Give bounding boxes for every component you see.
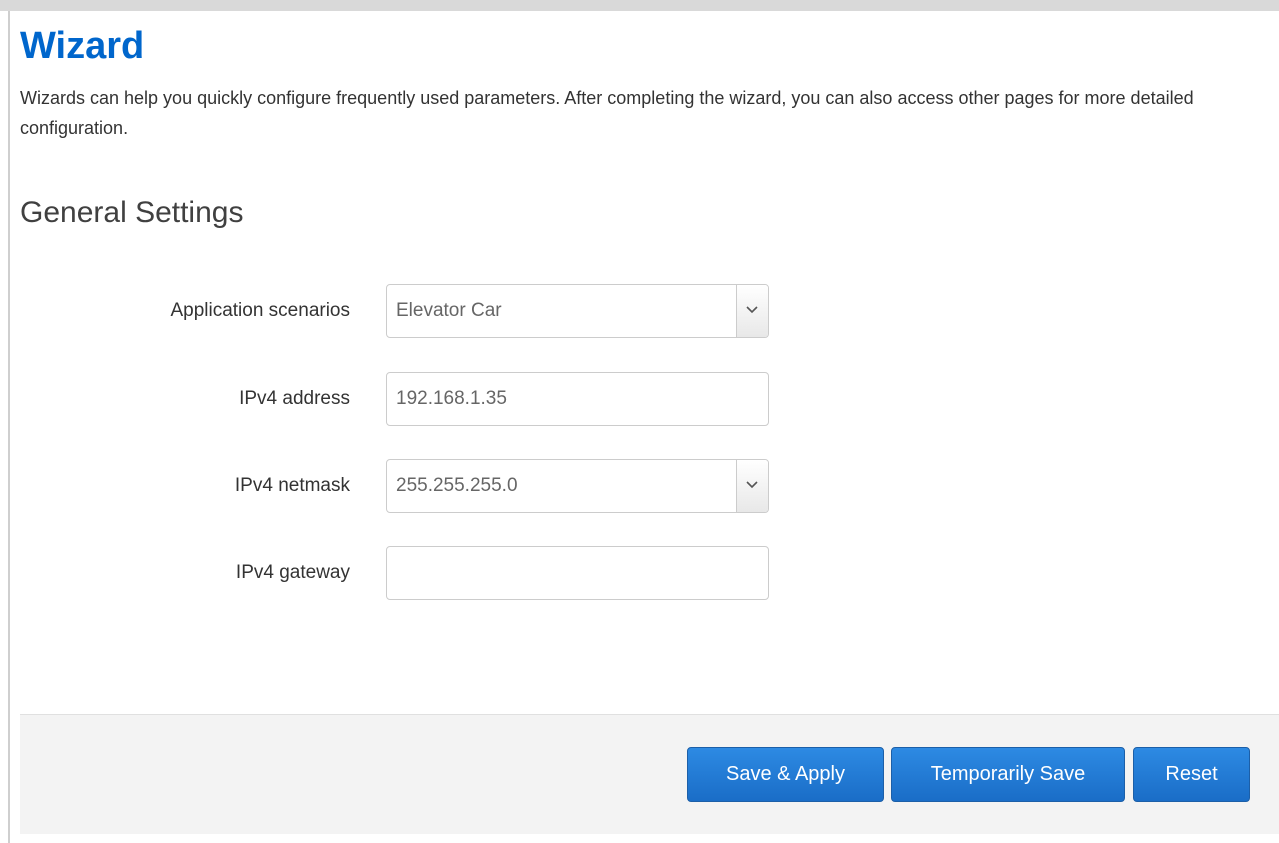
ipv4-netmask-label: IPv4 netmask xyxy=(234,475,350,496)
page-description: Wizards can help you quickly configure f… xyxy=(20,88,1194,138)
left-border xyxy=(8,11,10,843)
section-title: General Settings xyxy=(20,196,244,229)
row-ipv4-netmask: IPv4 netmask 255.255.255.0 xyxy=(0,459,800,513)
row-ipv4-address: IPv4 address xyxy=(0,372,800,426)
row-application-scenarios: Application scenarios Elevator Car xyxy=(0,284,800,338)
application-scenarios-select[interactable]: Elevator Car xyxy=(386,284,769,338)
action-bar: Save & Apply Temporarily Save Reset xyxy=(20,714,1279,834)
ipv4-netmask-select[interactable]: 255.255.255.0 xyxy=(386,459,769,513)
ipv4-netmask-value: 255.255.255.0 xyxy=(396,475,518,496)
save-apply-button[interactable]: Save & Apply xyxy=(687,747,884,802)
ipv4-gateway-label: IPv4 gateway xyxy=(235,562,350,583)
chevron-down-icon[interactable] xyxy=(736,460,768,512)
top-border xyxy=(0,0,1279,11)
application-scenarios-value: Elevator Car xyxy=(396,300,502,321)
page-title: Wizard xyxy=(20,25,145,67)
ipv4-address-label: IPv4 address xyxy=(239,388,350,409)
ipv4-address-input[interactable] xyxy=(386,372,769,426)
temporarily-save-button[interactable]: Temporarily Save xyxy=(891,747,1125,802)
row-ipv4-gateway: IPv4 gateway xyxy=(0,546,800,600)
reset-button[interactable]: Reset xyxy=(1133,747,1250,802)
ipv4-gateway-input[interactable] xyxy=(386,546,769,600)
chevron-down-icon[interactable] xyxy=(736,285,768,337)
application-scenarios-label: Application scenarios xyxy=(170,300,350,321)
